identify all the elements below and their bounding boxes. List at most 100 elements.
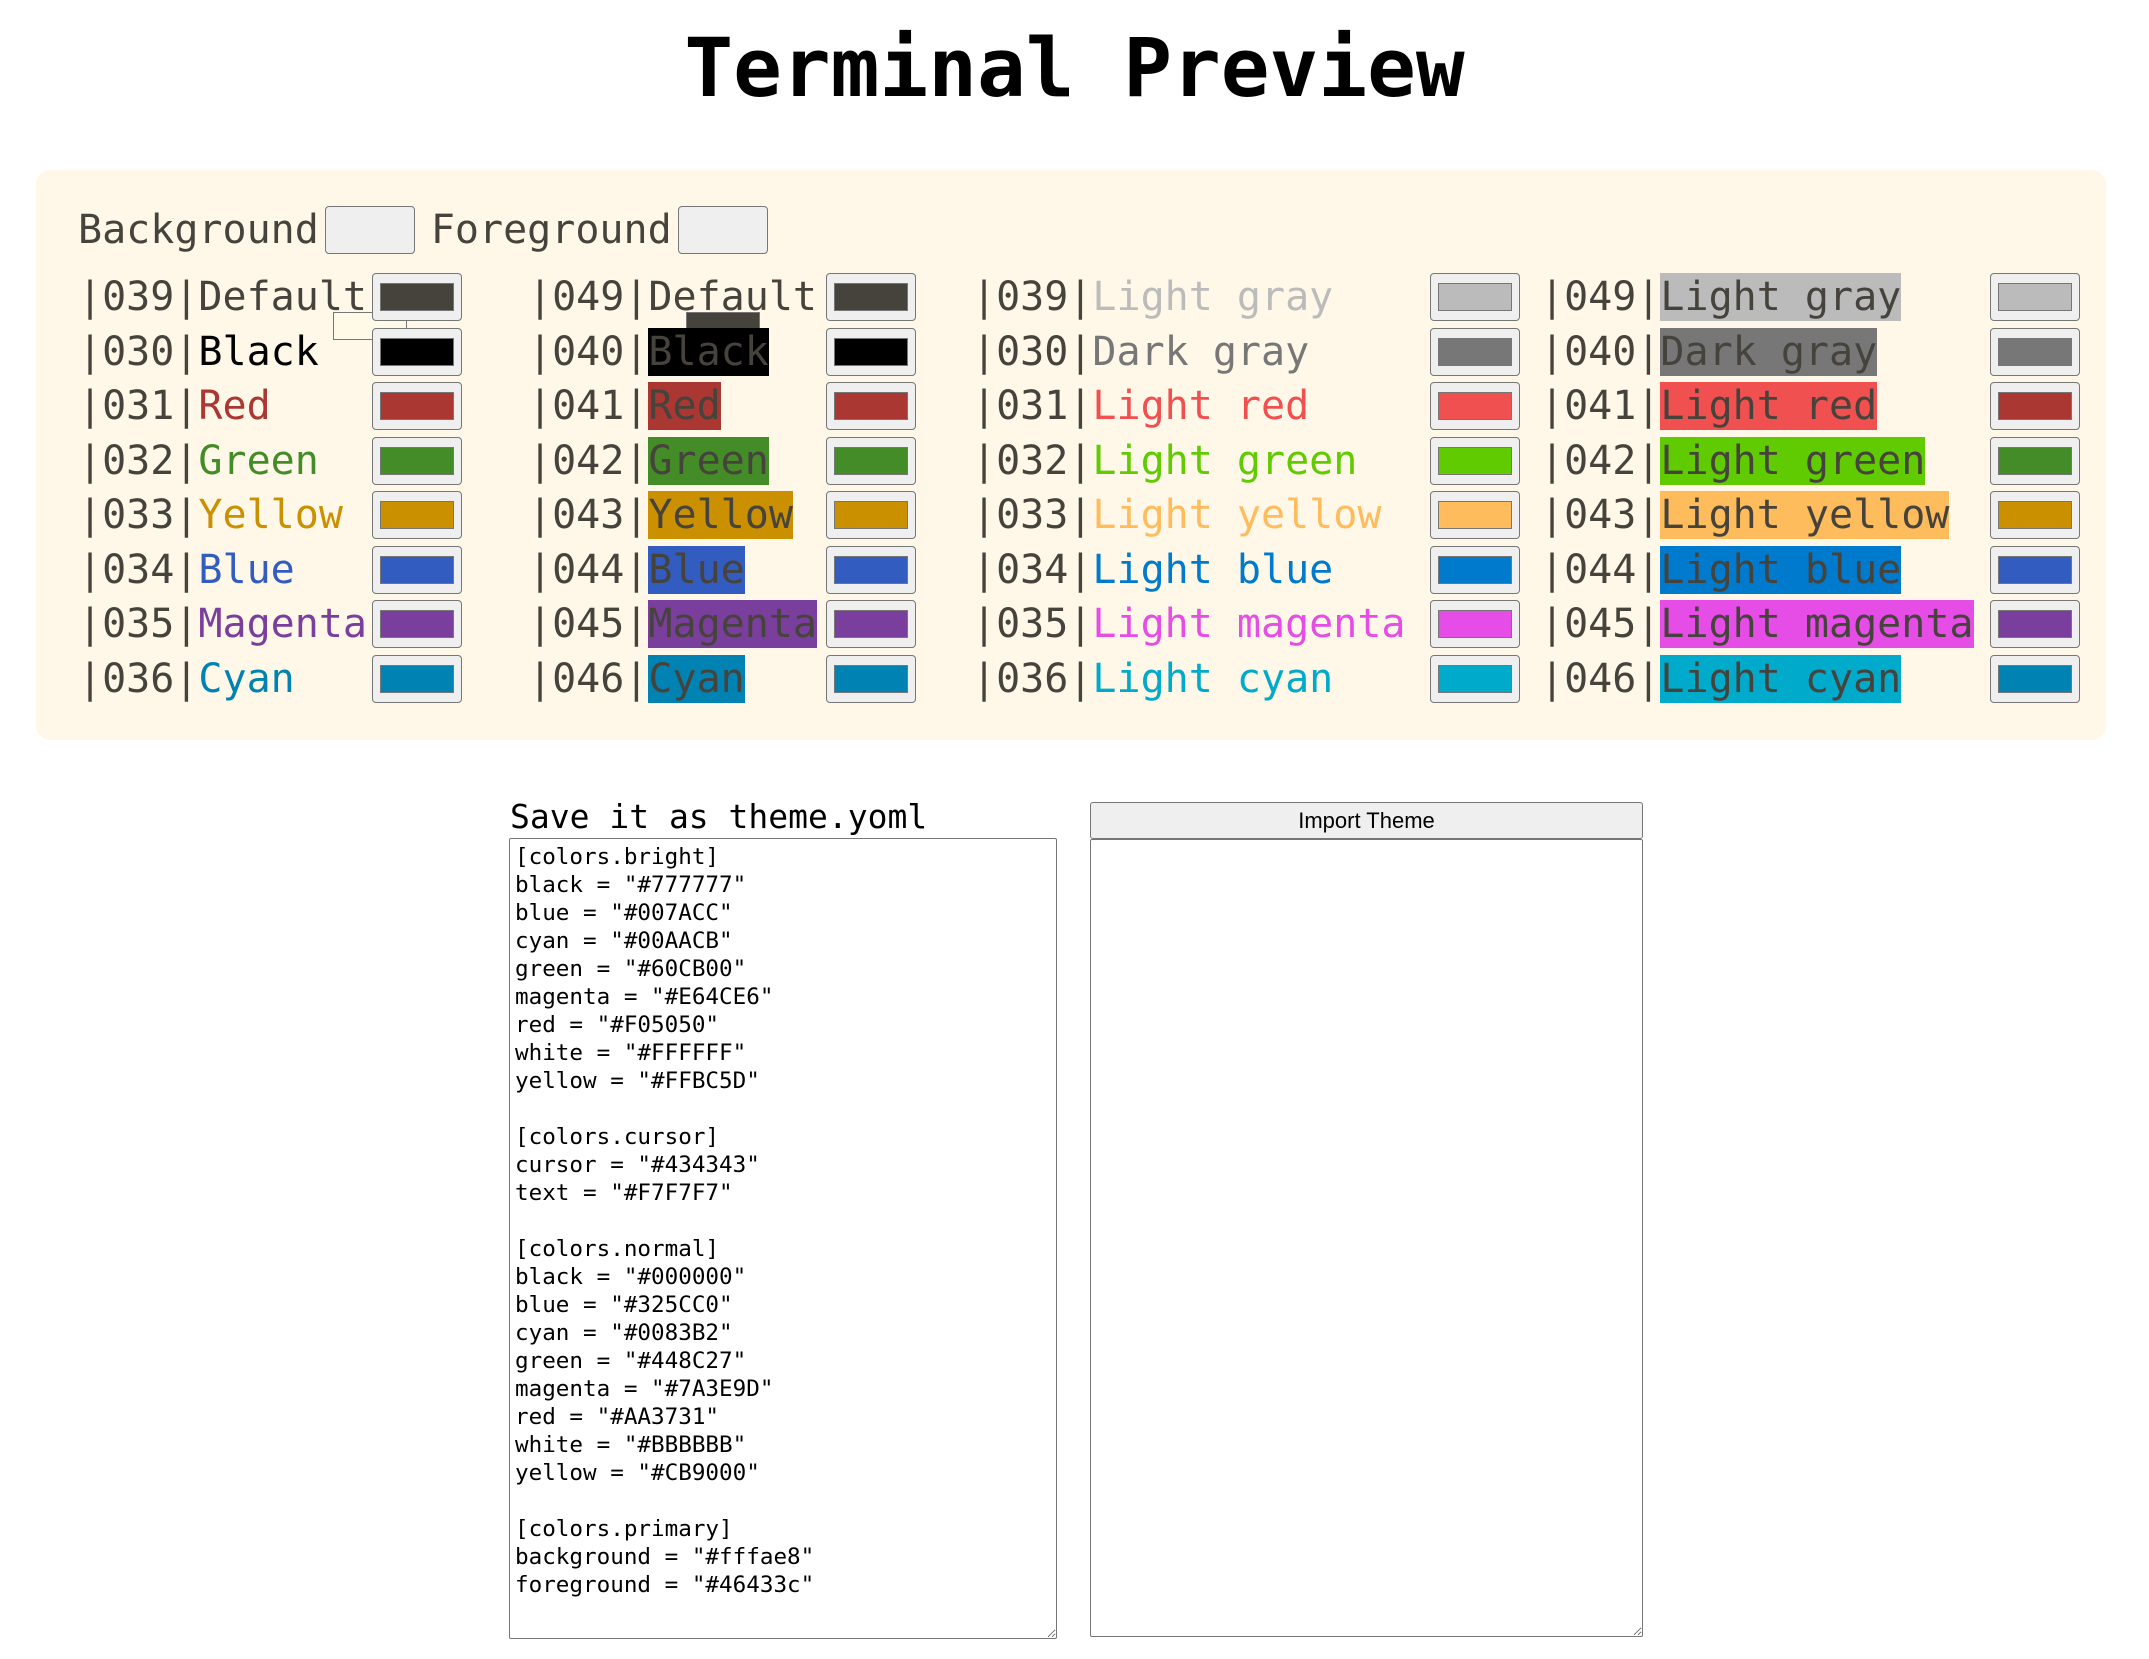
theme-export-textarea[interactable]: [colors.bright] black = "#777777" blue =… [509, 838, 1057, 1639]
color-picker[interactable] [826, 491, 916, 539]
ansi-code: |044| [528, 546, 649, 593]
color-row: |033| Light yellow [972, 491, 1520, 539]
ansi-code: |046| [1540, 655, 1661, 702]
ansi-code: |032| [972, 437, 1093, 484]
color-picker[interactable] [1990, 273, 2080, 321]
color-name: Light magenta [1660, 600, 1974, 648]
color-picker[interactable] [1990, 436, 2080, 485]
ansi-code: |040| [1540, 328, 1661, 375]
color-name: Light yellow [1092, 492, 1382, 538]
color-picker[interactable] [372, 436, 462, 485]
color-picker[interactable] [372, 600, 462, 648]
color-swatch [1998, 283, 2072, 311]
color-picker[interactable] [826, 545, 916, 594]
color-picker[interactable] [372, 491, 462, 539]
color-row: |044| Light blue [1540, 545, 2080, 594]
preview-panel: Background Foreground |039| Default |030| B… [36, 170, 2106, 740]
ansi-code: |031| [972, 383, 1093, 429]
color-swatch [380, 610, 454, 638]
color-picker[interactable] [1430, 545, 1520, 594]
color-name: Default [198, 274, 367, 320]
color-picker[interactable] [826, 654, 916, 703]
color-picker[interactable] [1430, 382, 1520, 430]
color-picker[interactable] [826, 436, 916, 485]
color-swatch [1998, 664, 2072, 693]
color-swatch [1998, 337, 2072, 366]
color-name: Light magenta [1092, 601, 1406, 647]
ansi-code: |043| [1540, 492, 1661, 538]
color-picker[interactable] [826, 273, 916, 321]
color-swatch [380, 446, 454, 475]
color-picker[interactable] [1430, 436, 1520, 485]
color-picker[interactable] [372, 382, 462, 430]
ansi-code: |036| [972, 655, 1093, 702]
ansi-code: |035| [78, 601, 199, 647]
ansi-code: |032| [78, 437, 199, 484]
background-color-input[interactable] [324, 206, 415, 340]
color-row: |043| Light yellow [1540, 491, 2080, 539]
color-swatch [380, 337, 454, 366]
color-name: Blue [648, 545, 745, 594]
color-swatch [834, 501, 908, 529]
ansi-code: |049| [1540, 274, 1661, 320]
color-picker[interactable] [1430, 491, 1520, 539]
color-picker[interactable] [1990, 654, 2080, 703]
color-picker[interactable] [826, 600, 916, 648]
color-name: Black [648, 327, 769, 376]
ansi-code: |039| [78, 274, 199, 320]
page-title: Terminal Preview [684, 22, 1465, 116]
color-name: Blue [198, 546, 295, 593]
color-swatch [380, 555, 454, 584]
color-picker[interactable] [1430, 273, 1520, 321]
color-row: |034| Light blue [972, 545, 1520, 594]
primary-colors: Background Foreground [78, 206, 768, 340]
color-picker[interactable] [372, 654, 462, 703]
color-name: Black [198, 328, 319, 375]
color-row: |046| Light cyan [1540, 654, 2080, 703]
color-name: Magenta [198, 601, 367, 647]
color-name: Light yellow [1660, 491, 1950, 539]
color-picker[interactable] [372, 327, 462, 376]
color-name: Light gray [1092, 274, 1334, 320]
color-name: Light blue [1660, 545, 1902, 594]
color-picker[interactable] [1990, 327, 2080, 376]
color-name: Light cyan [1660, 654, 1902, 703]
color-picker[interactable] [1990, 382, 2080, 430]
color-picker[interactable] [372, 545, 462, 594]
ansi-code: |035| [972, 601, 1093, 647]
color-name: Light cyan [1092, 655, 1334, 702]
color-row: |032| Green [78, 436, 462, 485]
ansi-code: |045| [528, 601, 649, 647]
save-label: Save it as theme.yoml [510, 797, 928, 836]
color-row: |044| Blue [528, 545, 916, 594]
color-swatch [834, 664, 908, 693]
color-picker[interactable] [372, 273, 462, 321]
ansi-code: |030| [972, 328, 1093, 375]
ansi-code: |045| [1540, 601, 1661, 647]
color-swatch [1998, 610, 2072, 638]
ansi-code: |042| [528, 437, 649, 484]
color-swatch [1438, 446, 1512, 475]
color-name: Default [648, 274, 817, 320]
color-name: Dark gray [1092, 328, 1310, 375]
color-picker[interactable] [1430, 327, 1520, 376]
color-picker[interactable] [1990, 491, 2080, 539]
color-row: |031| Red [78, 382, 462, 430]
color-picker[interactable] [1990, 600, 2080, 648]
ansi-code: |031| [78, 383, 199, 429]
color-picker[interactable] [1990, 545, 2080, 594]
color-swatch [834, 337, 908, 366]
color-name: Red [198, 383, 271, 429]
theme-import-textarea[interactable] [1090, 839, 1643, 1637]
color-picker[interactable] [826, 327, 916, 376]
import-theme-button[interactable]: Import Theme [1090, 802, 1643, 839]
export-section: Save it as theme.yoml [509, 797, 927, 837]
background-label: Background [78, 207, 319, 253]
color-swatch [834, 610, 908, 638]
color-picker[interactable] [1430, 600, 1520, 648]
color-swatch [1438, 610, 1512, 638]
color-picker[interactable] [1430, 654, 1520, 703]
foreground-color-input[interactable] [677, 206, 768, 340]
ansi-code: |041| [1540, 383, 1661, 429]
color-picker[interactable] [826, 382, 916, 430]
